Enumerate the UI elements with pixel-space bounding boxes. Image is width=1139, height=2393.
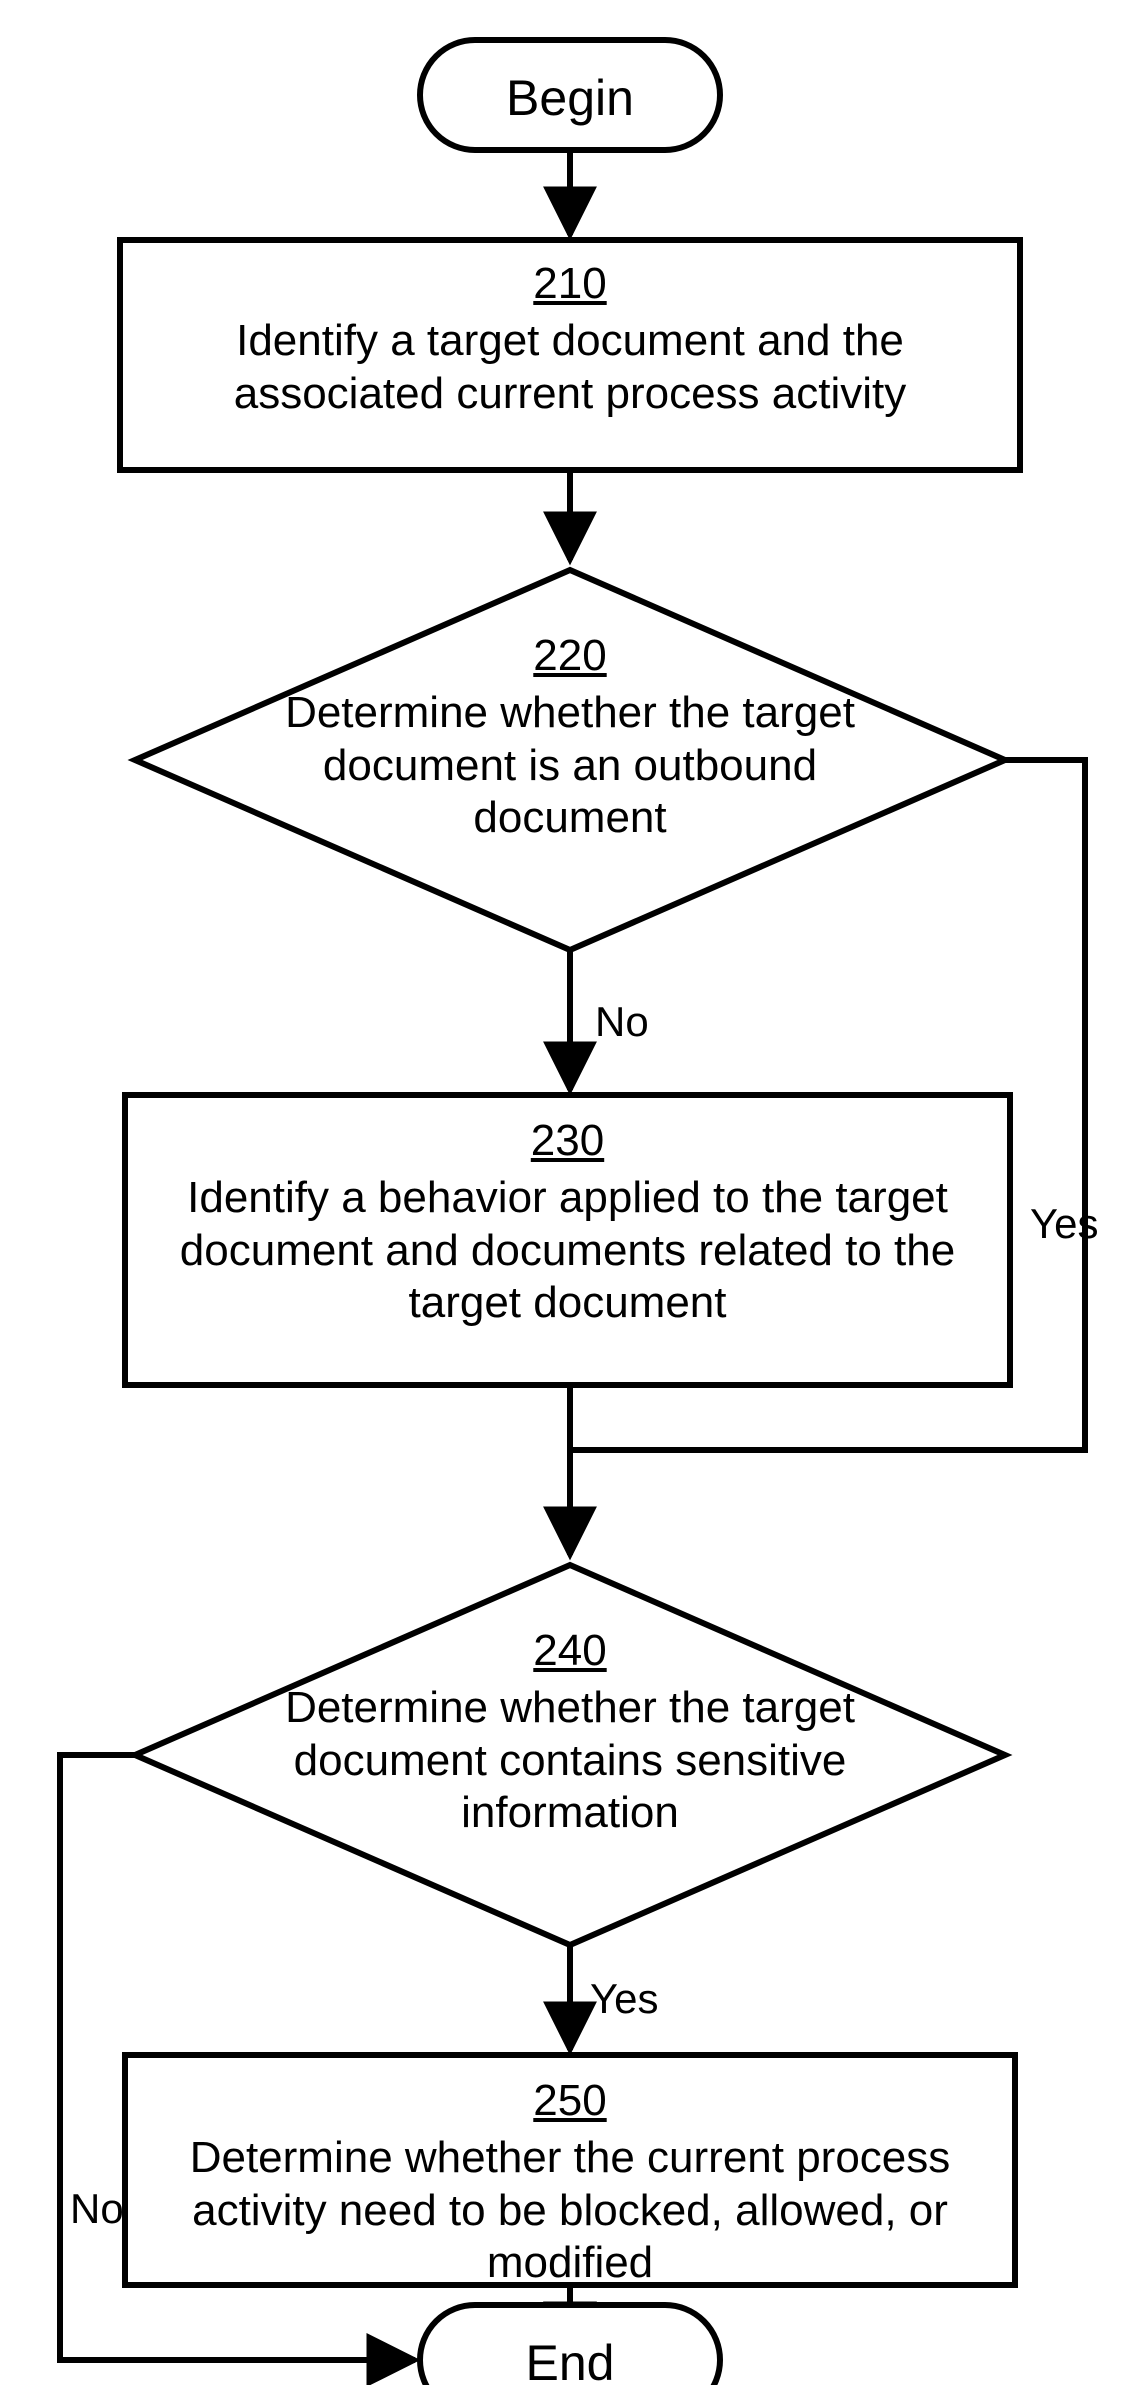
- step-230: [125, 1095, 1010, 1385]
- step-250: [125, 2055, 1015, 2285]
- decision-220: [135, 570, 1005, 950]
- begin-node: [420, 40, 720, 150]
- decision-240: [135, 1565, 1005, 1945]
- step-210: [120, 240, 1020, 470]
- flowchart-canvas: [0, 0, 1139, 2385]
- end-node: [420, 2305, 720, 2385]
